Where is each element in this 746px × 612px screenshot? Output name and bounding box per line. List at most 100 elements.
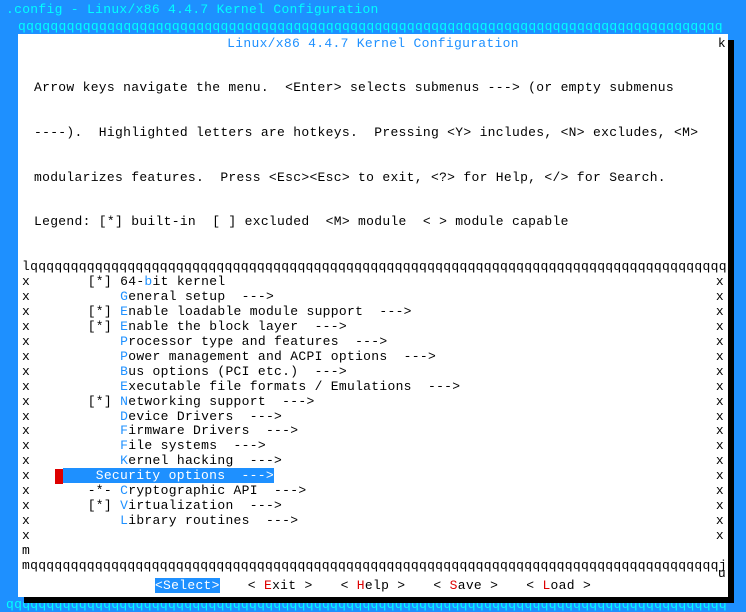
border-left: x (22, 365, 31, 380)
button-hotkey: H (357, 578, 365, 593)
border-right: x (715, 305, 724, 320)
menu-item[interactable]: x -*- Cryptographic API --->x (18, 484, 728, 499)
menu-item[interactable]: x [*] Networking support --->x (18, 395, 728, 410)
border-right: x (715, 499, 724, 514)
border-right: x (715, 365, 724, 380)
menu-item-content: Processor type and features ---> (31, 335, 715, 350)
menu-item-content: File systems ---> (31, 439, 715, 454)
border-right: x (715, 514, 724, 529)
menu-item[interactable]: x x (18, 529, 728, 544)
menu-item-content: [*] Virtualization ---> (31, 499, 715, 514)
button-hotkey: L (542, 578, 550, 593)
border-left: x (22, 514, 31, 529)
menu-item[interactable]: x File systems --->x (18, 439, 728, 454)
exit-button[interactable]: < Exit > (248, 578, 313, 593)
menu-item[interactable]: x General setup --->x (18, 290, 728, 305)
border-right: x (715, 424, 724, 439)
outer-top-border: qqqqqqqqqqqqqqqqqqqqqqqqqqqqqqqqqqqqqqqq… (0, 19, 746, 34)
menu-item-content: Library routines ---> (31, 514, 715, 529)
border-right: x (715, 454, 724, 469)
border-m-row: m (18, 544, 728, 559)
help-button[interactable]: < Help > (341, 578, 406, 593)
menu-item[interactable]: x Bus options (PCI etc.) --->x (18, 365, 728, 380)
menu-item-selected: Security options ---> (63, 468, 274, 483)
menu-item-content: Device Drivers ---> (31, 410, 715, 425)
menu-item[interactable]: x Power management and ACPI options --->… (18, 350, 728, 365)
inner-top-border: lqqqqqqqqqqqqqqqqqqqqqqqqqqqqqqqqqqqqqqq… (18, 260, 728, 275)
select-button[interactable]: <Select> (155, 578, 220, 593)
border-right: x (715, 439, 724, 454)
border-right: x (715, 290, 724, 305)
border-left: x (22, 335, 31, 350)
menu-item[interactable]: x Library routines --->x (18, 514, 728, 529)
menu-item-content: General setup ---> (31, 290, 715, 305)
menu-list[interactable]: x [*] 64-bit kernelxx General setup --->… (18, 275, 728, 559)
menu-item[interactable]: x [*] Virtualization --->x (18, 499, 728, 514)
border-right: x (715, 380, 724, 395)
menu-item-content: [*] Enable loadable module support ---> (31, 305, 715, 320)
border-right: x (715, 320, 724, 335)
menu-item-content: Executable file formats / Emulations ---… (31, 380, 715, 395)
border-left: x (22, 290, 31, 305)
menu-item-content: [*] Enable the block layer ---> (31, 320, 715, 335)
menu-item[interactable]: x Kernel hacking --->x (18, 454, 728, 469)
dialog-title: Linux/x86 4.4.7 Kernel Configuration (18, 36, 728, 51)
button-hotkey: S (450, 578, 458, 593)
border-corner-k: k (718, 36, 726, 51)
dialog-content: k Linux/x86 4.4.7 Kernel Configuration A… (18, 34, 728, 597)
menu-item[interactable]: x Security options ---> x (18, 469, 728, 484)
menu-item[interactable]: x [*] Enable the block layer --->x (18, 320, 728, 335)
border-left: x (22, 380, 31, 395)
border-left: x (22, 529, 31, 544)
menu-item-content (31, 529, 715, 544)
help-line: ----). Highlighted letters are hotkeys. … (34, 126, 712, 141)
menu-item-content: Firmware Drivers ---> (31, 424, 715, 439)
border-left: x (22, 350, 31, 365)
window-title: .config - Linux/x86 4.4.7 Kernel Configu… (0, 0, 746, 19)
border-left: x (22, 424, 31, 439)
border-right: x (715, 410, 724, 425)
border-right: x (715, 395, 724, 410)
help-text: Arrow keys navigate the menu. <Enter> se… (18, 51, 728, 260)
border-right: x (715, 484, 724, 499)
border-left: x (22, 410, 31, 425)
menu-item[interactable]: x Processor type and features --->x (18, 335, 728, 350)
border-left: x (22, 275, 31, 290)
border-left: x (22, 305, 31, 320)
help-line: Arrow keys navigate the menu. <Enter> se… (34, 81, 712, 96)
help-line: Legend: [*] built-in [ ] excluded <M> mo… (34, 215, 712, 230)
menu-item-content: -*- Cryptographic API ---> (31, 484, 715, 499)
border-left: x (22, 499, 31, 514)
load-button[interactable]: < Load > (526, 578, 591, 593)
menu-item[interactable]: x [*] 64-bit kernelx (18, 275, 728, 290)
menu-item[interactable]: x Device Drivers --->x (18, 410, 728, 425)
menu-item[interactable]: x Executable file formats / Emulations -… (18, 380, 728, 395)
button-bar: <Select> < Exit > < Help > < Save > < Load > (18, 574, 728, 595)
menu-item-content: Power management and ACPI options ---> (31, 350, 715, 365)
menu-item-content: [*] 64-bit kernel (31, 275, 715, 290)
border-left: x (22, 395, 31, 410)
border-right: x (715, 335, 724, 350)
hotkey-letter: b (144, 274, 152, 289)
outer-bottom-border: qqqqqqqqqqqqqqqqqqqqqqqqqqqqqqqqqqqqqqqq… (0, 597, 746, 612)
save-button[interactable]: < Save > (433, 578, 498, 593)
inner-bottom-border: mqqqqqqqqqqqqqqqqqqqqqqqqqqqqqqqqqqqqqqq… (18, 559, 728, 574)
help-line: modularizes features. Press <Esc><Esc> t… (34, 171, 712, 186)
border-right: x (715, 350, 724, 365)
border-left: x (22, 469, 31, 484)
menu-item-content: Kernel hacking ---> (31, 454, 715, 469)
border-corner-u: u (718, 566, 726, 581)
menu-item[interactable]: x Firmware Drivers --->x (18, 424, 728, 439)
border-right: x (715, 469, 724, 484)
menu-item-content: [*] Networking support ---> (31, 395, 715, 410)
menu-item-content: Bus options (PCI etc.) ---> (31, 365, 715, 380)
border-right: x (715, 275, 724, 290)
border-left: x (22, 484, 31, 499)
hotkey-letter: L (120, 513, 128, 528)
border-left: x (22, 439, 31, 454)
border-left: x (22, 320, 31, 335)
border-right: x (715, 529, 724, 544)
menu-item[interactable]: x [*] Enable loadable module support ---… (18, 305, 728, 320)
border-left: x (22, 454, 31, 469)
button-hotkey: E (264, 578, 272, 593)
